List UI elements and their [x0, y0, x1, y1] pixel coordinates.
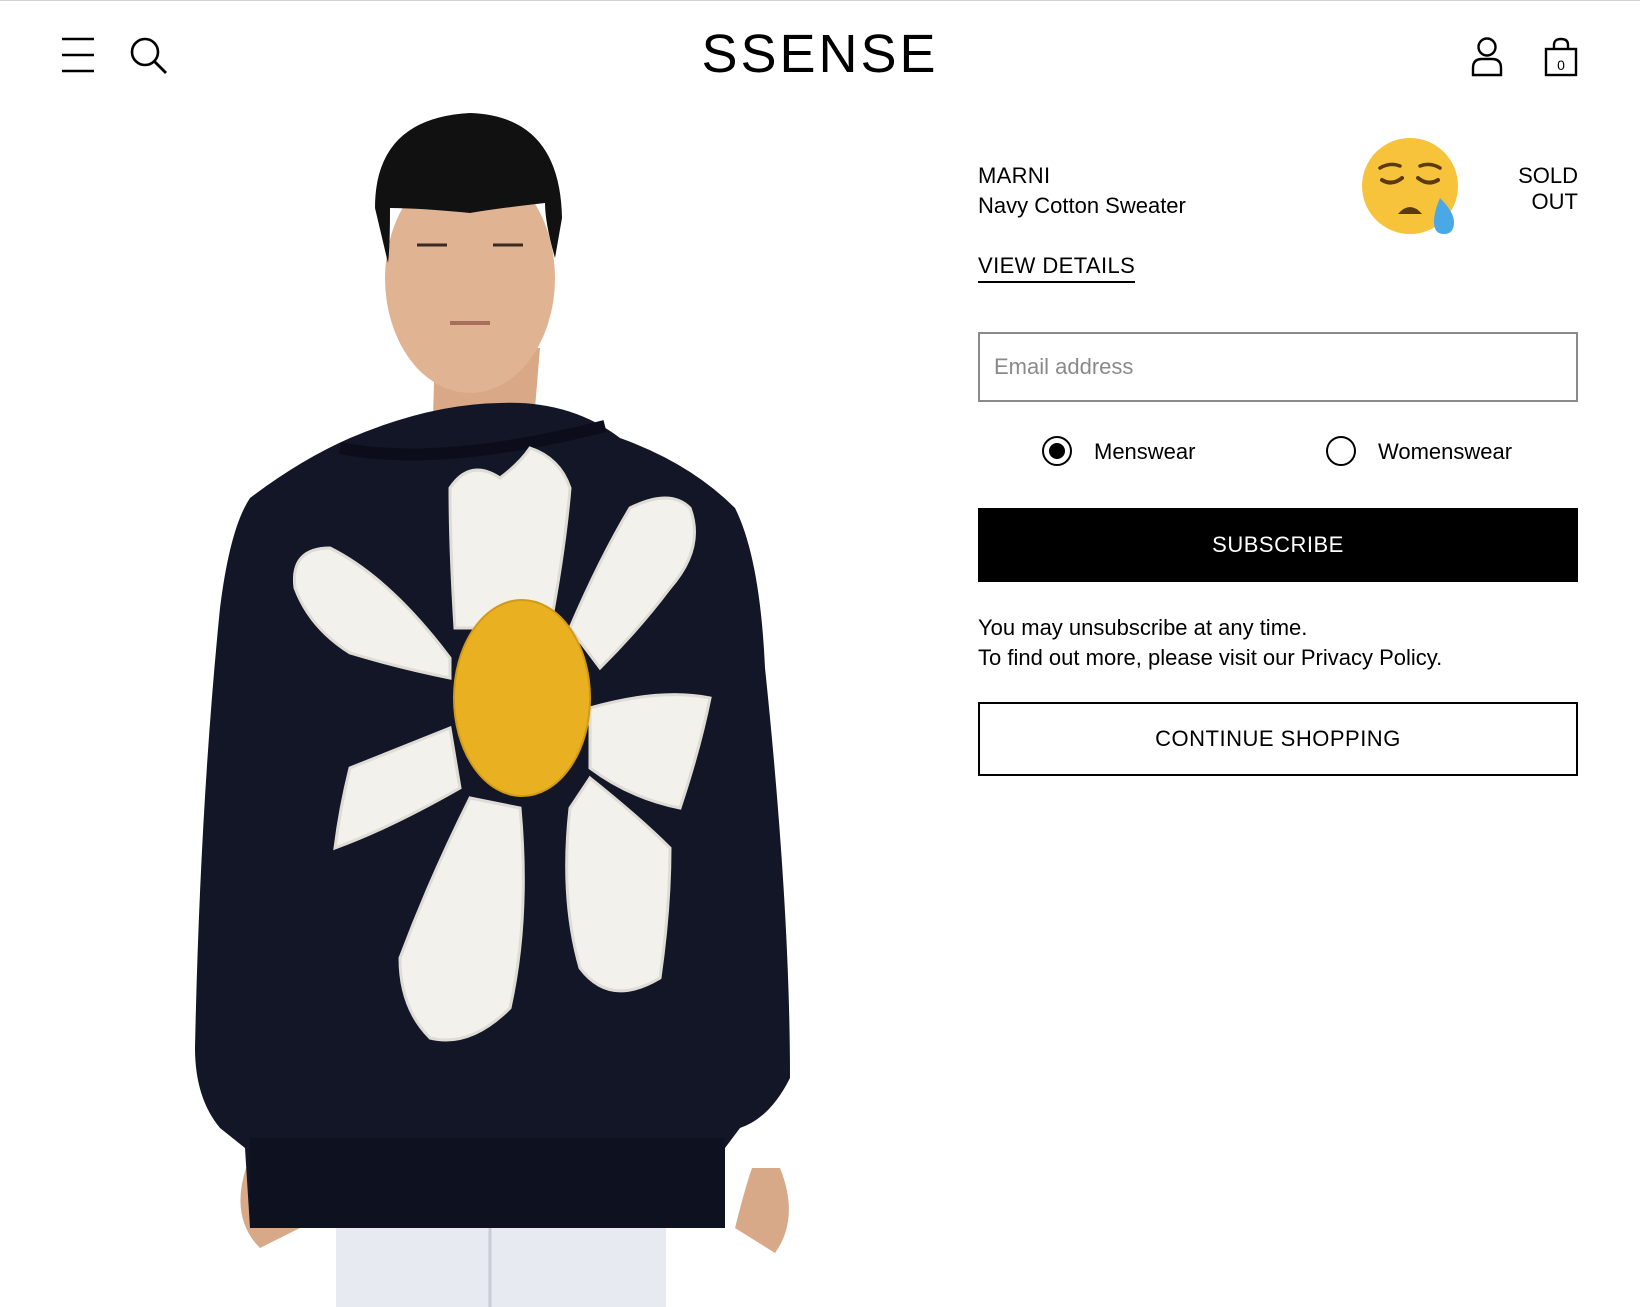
menswear-label: Menswear [1094, 439, 1196, 464]
product-name: Navy Cotton Sweater [978, 193, 1186, 218]
privacy-note-prefix: To find out more, please visit our [978, 645, 1301, 670]
womenswear-label: Womenswear [1378, 439, 1513, 464]
subscribe-button[interactable]: SUBSCRIBE [978, 508, 1578, 582]
privacy-policy-link[interactable]: Privacy Policy [1301, 645, 1436, 670]
site-header: SSENSE 0 [0, 1, 1640, 101]
privacy-note-suffix: . [1436, 645, 1443, 670]
product-image [150, 108, 910, 1307]
product-brand: MARNI [978, 163, 1051, 188]
unsubscribe-note: You may unsubscribe at any time. [978, 615, 1308, 640]
bag-count: 0 [1557, 57, 1565, 73]
shopping-bag-icon[interactable]: 0 [1544, 37, 1578, 77]
sold-out-status: SOLD OUT [1518, 163, 1578, 214]
view-details-link[interactable]: VIEW DETAILS [978, 253, 1136, 283]
privacy-note: To find out more, please visit our Priva… [978, 645, 1442, 671]
womenswear-radio[interactable] [1326, 436, 1356, 466]
menswear-radio[interactable] [1042, 436, 1072, 466]
continue-shopping-button[interactable]: CONTINUE SHOPPING [978, 702, 1578, 776]
account-icon[interactable] [1470, 37, 1504, 77]
site-logo[interactable]: SSENSE [0, 23, 1640, 85]
sad-crying-face-emoji [1360, 136, 1464, 240]
email-field[interactable] [978, 332, 1578, 402]
